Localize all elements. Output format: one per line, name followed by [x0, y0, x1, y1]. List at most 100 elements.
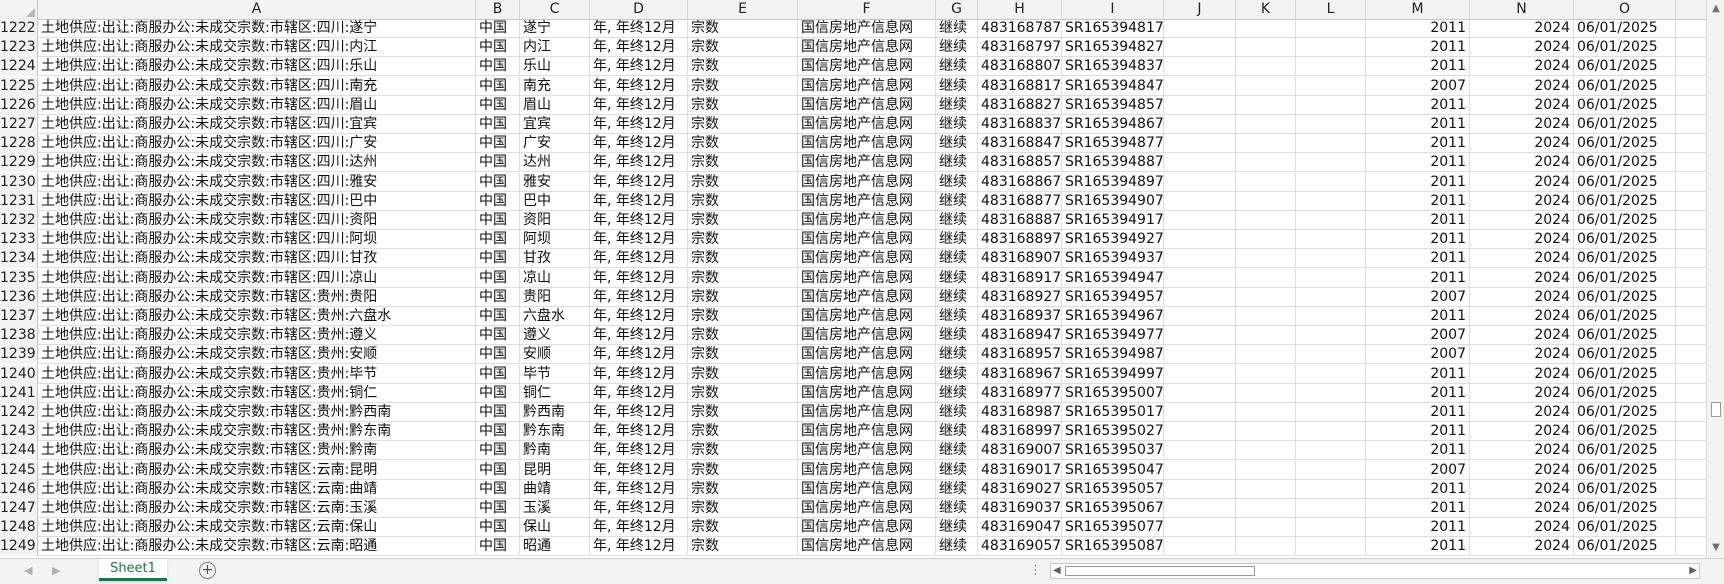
- cell-g[interactable]: 继续: [936, 287, 978, 307]
- cell-k[interactable]: [1236, 326, 1296, 346]
- cell-j[interactable]: [1164, 38, 1236, 58]
- cell-d[interactable]: 年, 年终12月: [590, 38, 688, 58]
- cell-a[interactable]: 土地供应:出让:商服办公:未成交宗数:市辖区:云南:玉溪: [38, 499, 476, 518]
- cell-j[interactable]: [1164, 383, 1236, 403]
- cell-i[interactable]: SR165394997: [1062, 364, 1164, 384]
- cell-o[interactable]: 06/01/2025: [1574, 364, 1676, 384]
- cell-d[interactable]: 年, 年终12月: [590, 249, 688, 269]
- cell-k[interactable]: [1236, 307, 1296, 326]
- cell-h[interactable]: 483168897: [978, 230, 1062, 250]
- cell-n[interactable]: 2024: [1470, 19, 1574, 38]
- cell-j[interactable]: [1164, 518, 1236, 538]
- cell-m[interactable]: 2011: [1366, 191, 1470, 211]
- cell-j[interactable]: [1164, 249, 1236, 269]
- cell-f[interactable]: 国信房地产信息网: [798, 364, 936, 384]
- cell-n[interactable]: 2024: [1470, 383, 1574, 403]
- column-header-k[interactable]: K: [1236, 0, 1296, 19]
- cell-f[interactable]: 国信房地产信息网: [798, 57, 936, 77]
- cell-e[interactable]: 宗数: [688, 38, 798, 58]
- cell-o[interactable]: 06/01/2025: [1574, 326, 1676, 346]
- row-header[interactable]: 1249: [0, 537, 38, 557]
- cell-i[interactable]: SR165395047: [1062, 460, 1164, 480]
- row-header[interactable]: 1242: [0, 403, 38, 422]
- cell-c[interactable]: 内江: [520, 38, 590, 58]
- cell-c[interactable]: 资阳: [520, 211, 590, 230]
- cell-o[interactable]: 06/01/2025: [1574, 191, 1676, 211]
- cell-j[interactable]: [1164, 153, 1236, 173]
- row-header[interactable]: 1232: [0, 211, 38, 230]
- cell-i[interactable]: SR165394947: [1062, 268, 1164, 288]
- cell-c[interactable]: 甘孜: [520, 249, 590, 269]
- cell-j[interactable]: [1164, 211, 1236, 230]
- cell-e[interactable]: 宗数: [688, 76, 798, 96]
- cell-d[interactable]: 年, 年终12月: [590, 326, 688, 346]
- cell-e[interactable]: 宗数: [688, 249, 798, 269]
- cell-i[interactable]: SR165394967: [1062, 307, 1164, 326]
- cell-l[interactable]: [1296, 172, 1366, 192]
- cell-i[interactable]: SR165394987: [1062, 345, 1164, 365]
- cell-l[interactable]: [1296, 422, 1366, 442]
- cell-a[interactable]: 土地供应:出让:商服办公:未成交宗数:市辖区:四川:达州: [38, 153, 476, 173]
- cell-b[interactable]: 中国: [476, 230, 520, 250]
- cell-g[interactable]: 继续: [936, 38, 978, 58]
- cell-c[interactable]: 昭通: [520, 537, 590, 557]
- cell-l[interactable]: [1296, 441, 1366, 461]
- cell-f[interactable]: 国信房地产信息网: [798, 19, 936, 38]
- cell-l[interactable]: [1296, 460, 1366, 480]
- cell-a[interactable]: 土地供应:出让:商服办公:未成交宗数:市辖区:云南:昭通: [38, 537, 476, 557]
- cell-f[interactable]: 国信房地产信息网: [798, 211, 936, 230]
- cell-i[interactable]: SR165394867: [1062, 115, 1164, 134]
- cell-l[interactable]: [1296, 383, 1366, 403]
- cell-k[interactable]: [1236, 460, 1296, 480]
- cell-n[interactable]: 2024: [1470, 191, 1574, 211]
- cell-b[interactable]: 中国: [476, 479, 520, 499]
- cell-a[interactable]: 土地供应:出让:商服办公:未成交宗数:市辖区:云南:保山: [38, 518, 476, 538]
- cell-a[interactable]: 土地供应:出让:商服办公:未成交宗数:市辖区:四川:南充: [38, 76, 476, 96]
- cell-b[interactable]: 中国: [476, 268, 520, 288]
- cell-c[interactable]: 达州: [520, 153, 590, 173]
- cell-l[interactable]: [1296, 115, 1366, 134]
- cell-a[interactable]: 土地供应:出让:商服办公:未成交宗数:市辖区:贵州:黔东南: [38, 422, 476, 442]
- cell-i[interactable]: SR165394957: [1062, 287, 1164, 307]
- cell-m[interactable]: 2007: [1366, 345, 1470, 365]
- cell-m[interactable]: 2011: [1366, 364, 1470, 384]
- cell-e[interactable]: 宗数: [688, 518, 798, 538]
- cell-c[interactable]: 遂宁: [520, 19, 590, 38]
- scroll-down-icon[interactable]: ▼: [1710, 542, 1722, 554]
- cell-d[interactable]: 年, 年终12月: [590, 57, 688, 77]
- cell-n[interactable]: 2024: [1470, 230, 1574, 250]
- cell-f[interactable]: 国信房地产信息网: [798, 537, 936, 557]
- cell-l[interactable]: [1296, 345, 1366, 365]
- cell-o[interactable]: 06/01/2025: [1574, 460, 1676, 480]
- spreadsheet-grid[interactable]: A B C D E F G H I J K L M N O 1222 土地供应:出…: [0, 0, 1724, 558]
- cell-h[interactable]: 483168947: [978, 326, 1062, 346]
- cell-g[interactable]: 继续: [936, 172, 978, 192]
- cell-f[interactable]: 国信房地产信息网: [798, 441, 936, 461]
- row-header[interactable]: 1239: [0, 345, 38, 365]
- cell-f[interactable]: 国信房地产信息网: [798, 153, 936, 173]
- cell-k[interactable]: [1236, 518, 1296, 538]
- cell-k[interactable]: [1236, 383, 1296, 403]
- cell-c[interactable]: 广安: [520, 134, 590, 154]
- cell-g[interactable]: 继续: [936, 307, 978, 326]
- cell-j[interactable]: [1164, 134, 1236, 154]
- cell-j[interactable]: [1164, 403, 1236, 422]
- cell-d[interactable]: 年, 年终12月: [590, 230, 688, 250]
- cell-a[interactable]: 土地供应:出让:商服办公:未成交宗数:市辖区:贵州:六盘水: [38, 307, 476, 326]
- cell-i[interactable]: SR165394917: [1062, 211, 1164, 230]
- cell-j[interactable]: [1164, 268, 1236, 288]
- cell-d[interactable]: 年, 年终12月: [590, 441, 688, 461]
- cell-o[interactable]: 06/01/2025: [1574, 230, 1676, 250]
- row-header[interactable]: 1236: [0, 287, 38, 307]
- cell-g[interactable]: 继续: [936, 422, 978, 442]
- split-handle-icon[interactable]: ⋮: [1029, 563, 1043, 578]
- cell-n[interactable]: 2024: [1470, 518, 1574, 538]
- cell-k[interactable]: [1236, 537, 1296, 557]
- cell-e[interactable]: 宗数: [688, 537, 798, 557]
- cell-e[interactable]: 宗数: [688, 364, 798, 384]
- cell-o[interactable]: 06/01/2025: [1574, 38, 1676, 58]
- cell-d[interactable]: 年, 年终12月: [590, 191, 688, 211]
- column-header-a[interactable]: A: [38, 0, 476, 19]
- cell-n[interactable]: 2024: [1470, 287, 1574, 307]
- cell-c[interactable]: 阿坝: [520, 230, 590, 250]
